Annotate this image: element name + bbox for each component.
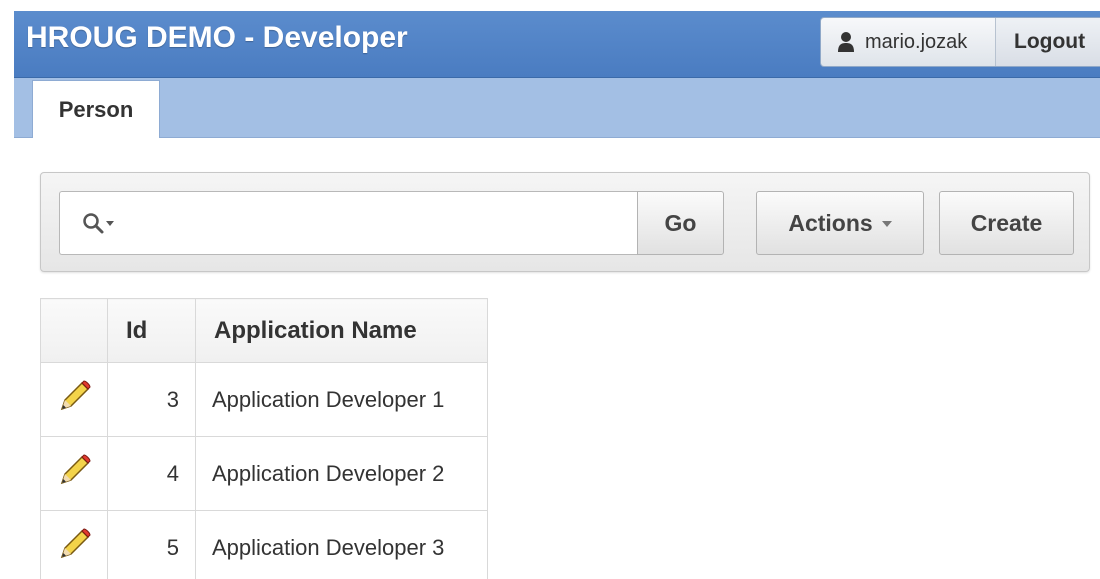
tab-bar: Person	[14, 78, 1100, 138]
go-button[interactable]: Go	[637, 191, 724, 255]
column-header-application-name[interactable]: Application Name	[195, 298, 488, 363]
user-menu[interactable]: mario.jozak	[821, 18, 996, 66]
tab-person[interactable]: Person	[32, 80, 160, 138]
report-table: Id Application Name 3 Application Develo…	[40, 298, 488, 579]
search-field[interactable]	[59, 191, 637, 255]
pencil-icon[interactable]	[57, 453, 91, 488]
chevron-down-icon	[881, 221, 892, 227]
cell-application-name: Application Developer 1	[195, 362, 488, 437]
edit-cell	[40, 436, 108, 511]
search-icon[interactable]	[82, 212, 118, 236]
app-title: HROUG DEMO - Developer	[26, 21, 408, 54]
edit-cell	[40, 510, 108, 579]
cell-application-name: Application Developer 2	[195, 436, 488, 511]
column-header-id[interactable]: Id	[107, 298, 196, 363]
actions-label: Actions	[788, 209, 873, 236]
pencil-icon[interactable]	[57, 379, 91, 414]
search-input[interactable]	[126, 202, 626, 244]
cell-id: 5	[107, 510, 196, 579]
table-row: 4 Application Developer 2	[40, 436, 488, 511]
column-header-edit	[40, 298, 108, 363]
create-button[interactable]: Create	[939, 191, 1074, 255]
report-toolbar: Go Actions Create	[40, 172, 1090, 272]
app-header: HROUG DEMO - Developer mario.jozak Logou…	[14, 11, 1100, 78]
table-row: 3 Application Developer 1	[40, 362, 488, 437]
cell-application-name: Application Developer 3	[195, 510, 488, 579]
pencil-icon[interactable]	[57, 527, 91, 562]
cell-id: 3	[107, 362, 196, 437]
user-navigation: mario.jozak Logout	[820, 17, 1100, 67]
cell-id: 4	[107, 436, 196, 511]
table-header-row: Id Application Name	[40, 298, 488, 363]
actions-button[interactable]: Actions	[756, 191, 924, 255]
username: mario.jozak	[865, 30, 968, 53]
table-row: 5 Application Developer 3	[40, 510, 488, 579]
user-icon	[838, 32, 854, 52]
edit-cell	[40, 362, 108, 437]
logout-button[interactable]: Logout	[996, 18, 1100, 66]
